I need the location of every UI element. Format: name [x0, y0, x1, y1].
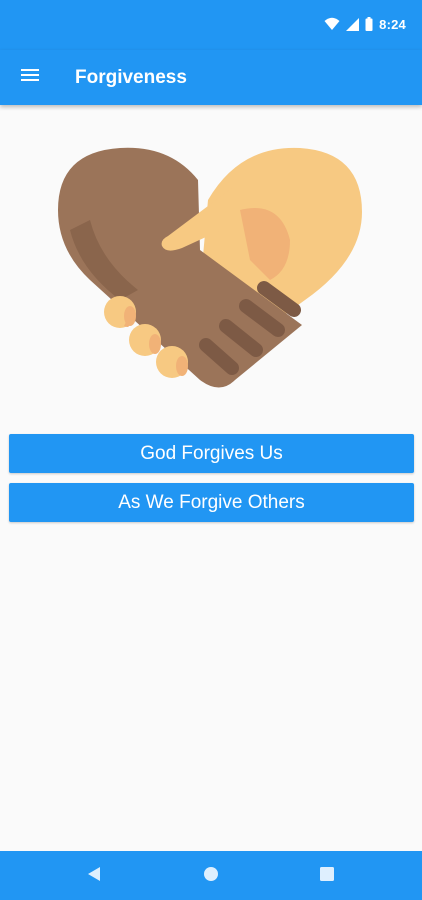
system-navigation-bar	[0, 851, 422, 900]
heart-handshake-illustration	[50, 140, 372, 395]
app-title: Forgiveness	[75, 67, 187, 88]
hamburger-menu-icon	[20, 67, 40, 88]
back-button[interactable]	[83, 865, 105, 887]
god-forgives-us-button[interactable]: God Forgives Us	[9, 434, 414, 473]
menu-button[interactable]	[10, 57, 50, 97]
app-bar: Forgiveness	[0, 50, 422, 105]
recent-apps-icon	[319, 866, 335, 887]
wifi-icon	[324, 17, 340, 31]
cellular-signal-icon	[346, 17, 360, 31]
battery-icon	[365, 17, 373, 31]
home-button[interactable]	[200, 865, 222, 887]
as-we-forgive-others-button[interactable]: As We Forgive Others	[9, 483, 414, 522]
recent-apps-button[interactable]	[316, 865, 338, 887]
back-icon	[86, 866, 102, 887]
home-icon	[203, 866, 219, 887]
status-bar: 8:24	[0, 0, 422, 50]
status-clock: 8:24	[379, 16, 406, 32]
status-icons: 8:24	[324, 14, 406, 34]
